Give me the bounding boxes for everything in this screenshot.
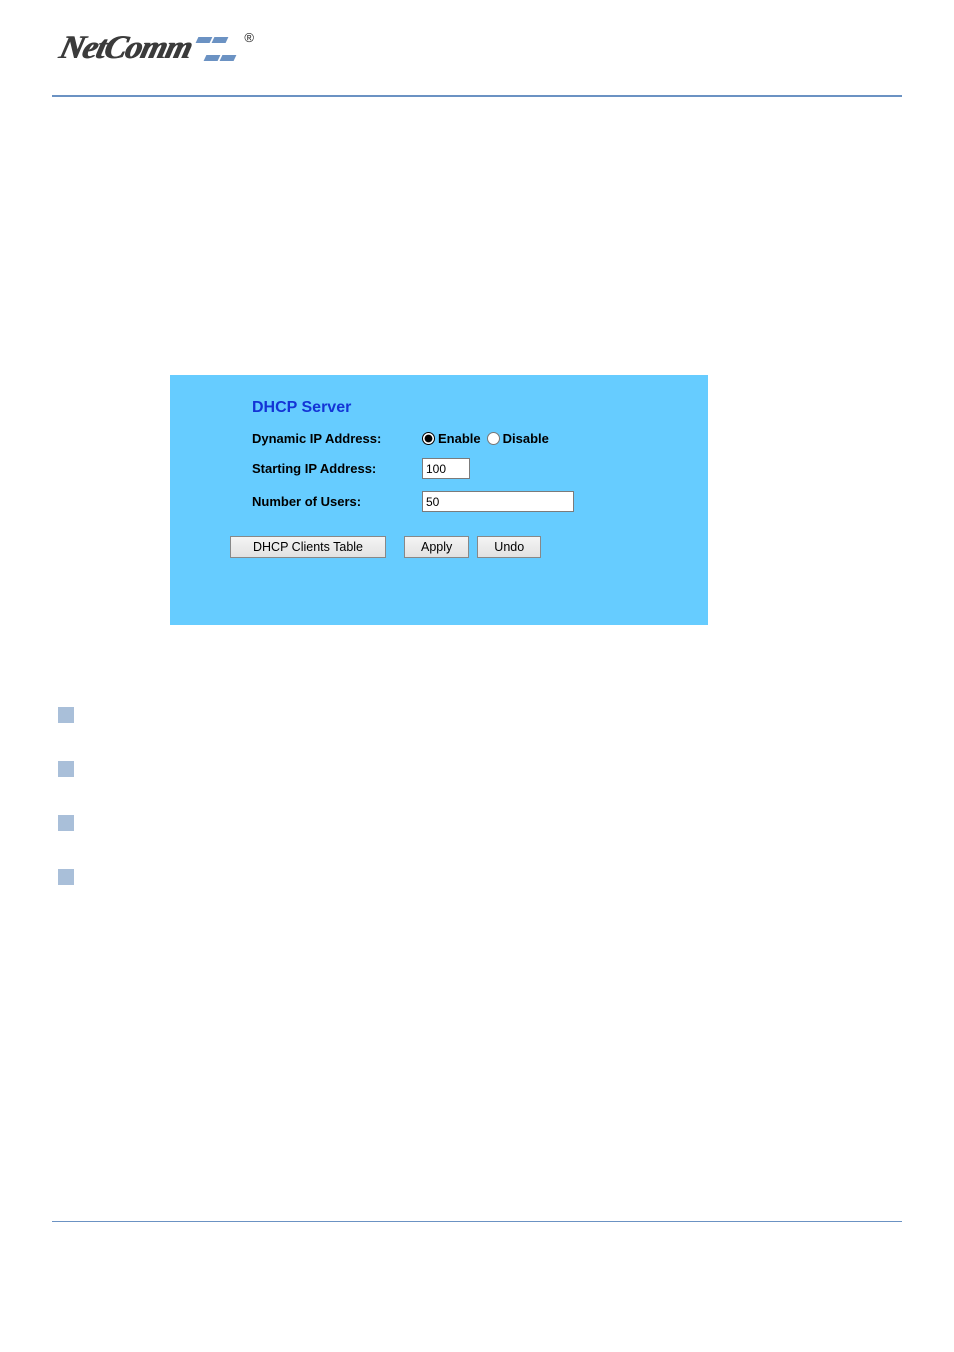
- row-number-of-users: Number of Users:: [252, 491, 680, 512]
- apply-undo-group: Apply Undo: [404, 536, 541, 558]
- input-starting-ip[interactable]: [422, 458, 470, 479]
- bullet-square-icon: [58, 815, 74, 831]
- registered-symbol: ®: [244, 30, 254, 45]
- dynamic-ip-radio-group: Enable Disable: [422, 431, 549, 446]
- apply-button[interactable]: Apply: [404, 536, 469, 558]
- bullet-square-icon: [58, 761, 74, 777]
- dhcp-clients-table-button[interactable]: DHCP Clients Table: [230, 536, 386, 558]
- radio-enable-text: Enable: [438, 431, 481, 446]
- row-dynamic-ip: Dynamic IP Address: Enable Disable: [252, 431, 680, 446]
- radio-enable[interactable]: [422, 432, 435, 445]
- footer-divider: [52, 1221, 902, 1222]
- radio-disable[interactable]: [487, 432, 500, 445]
- label-starting-ip: Starting IP Address:: [252, 461, 422, 476]
- input-number-of-users[interactable]: [422, 491, 574, 512]
- bullet-square-icon: [58, 707, 74, 723]
- radio-enable-label[interactable]: Enable: [422, 431, 481, 446]
- brand-logo: NetComm ®: [60, 30, 254, 68]
- radio-disable-text: Disable: [503, 431, 549, 446]
- header-divider: [52, 95, 902, 97]
- bullet-square-icon: [58, 869, 74, 885]
- panel-title: DHCP Server: [252, 399, 680, 417]
- brand-name: NetComm: [55, 30, 195, 67]
- label-number-of-users: Number of Users:: [252, 494, 422, 509]
- radio-disable-label[interactable]: Disable: [487, 431, 549, 446]
- row-starting-ip: Starting IP Address:: [252, 458, 680, 479]
- bullet-list: [58, 707, 954, 885]
- label-dynamic-ip: Dynamic IP Address:: [252, 431, 422, 446]
- panel-button-row: DHCP Clients Table Apply Undo: [230, 536, 680, 558]
- logo-graphic: [197, 32, 237, 68]
- dhcp-server-panel: DHCP Server Dynamic IP Address: Enable D…: [170, 375, 708, 625]
- undo-button[interactable]: Undo: [477, 536, 541, 558]
- page-header: NetComm ®: [0, 0, 954, 95]
